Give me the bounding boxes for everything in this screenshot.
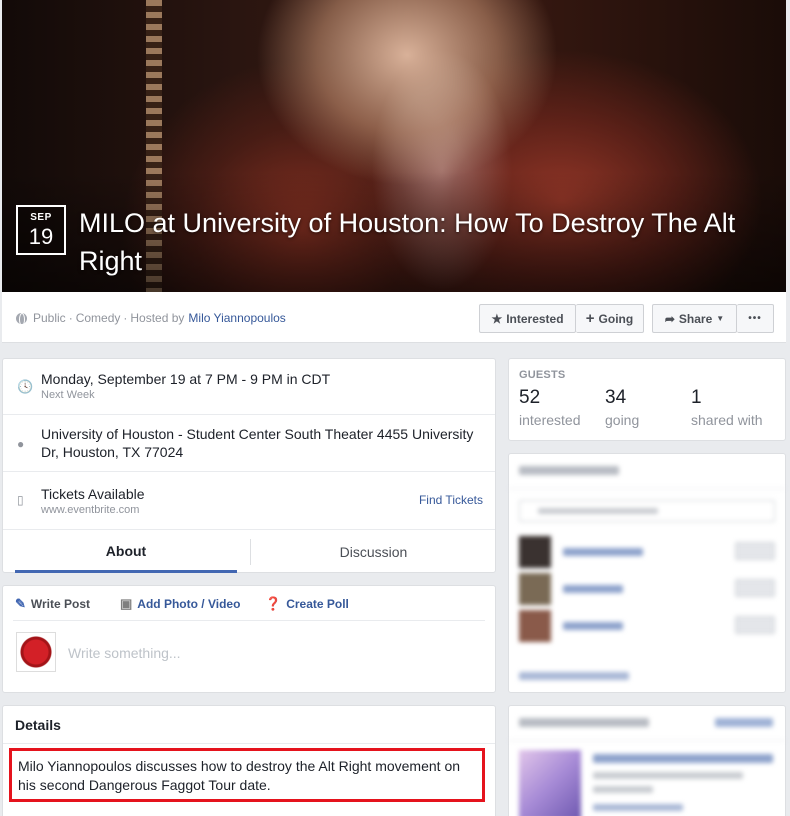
more-options-button[interactable]: •••: [737, 304, 774, 333]
find-tickets-link[interactable]: Find Tickets: [419, 493, 483, 507]
details-divider: [3, 743, 495, 744]
location-row[interactable]: ● University of Houston - Student Center…: [3, 415, 495, 472]
show-more-friends-link[interactable]: [519, 672, 629, 680]
chevron-down-icon: ▼: [716, 314, 725, 323]
star-icon: ★: [491, 311, 503, 326]
camera-icon: ▣: [120, 596, 133, 611]
composer-divider: [13, 620, 485, 621]
share-button[interactable]: ➦ Share ▼: [652, 304, 737, 333]
shared-label: shared with: [691, 412, 763, 428]
poll-icon: ❓: [265, 596, 282, 611]
suggested-event-title[interactable]: [593, 754, 773, 763]
friend-name[interactable]: [563, 585, 623, 593]
add-photo-tab[interactable]: ▣ Add Photo / Video: [120, 596, 240, 612]
see-more-link[interactable]: [715, 718, 773, 727]
event-title: MILO at University of Houston: How To De…: [79, 208, 736, 276]
globe-icon: [16, 312, 27, 326]
interested-label: interested: [519, 412, 581, 428]
share-label: Share: [678, 311, 713, 326]
going-button[interactable]: + Going: [576, 304, 644, 333]
blurred-suggested-content: [509, 706, 785, 816]
suggested-divider: [509, 740, 785, 741]
create-poll-label: Create Poll: [286, 597, 349, 611]
invite-button[interactable]: [735, 616, 775, 634]
write-something-input[interactable]: Write something...: [68, 645, 181, 661]
create-poll-tab[interactable]: ❓ Create Poll: [265, 596, 349, 612]
friend-avatar: [519, 536, 551, 568]
write-post-label: Write Post: [30, 597, 91, 611]
friend-row: [519, 536, 775, 568]
suggested-event-date: [593, 772, 743, 779]
event-day: 19: [28, 224, 54, 249]
suggested-event-guests: [593, 786, 653, 793]
add-photo-label: Add Photo / Video: [137, 597, 241, 611]
blurred-heading: [519, 466, 619, 475]
friend-row: [519, 573, 775, 605]
invite-friends-card: [508, 453, 786, 693]
event-description: Milo Yiannopoulos discusses how to destr…: [9, 748, 485, 802]
pencil-icon: ✎: [15, 596, 26, 611]
friend-avatar: [519, 610, 551, 642]
meta-separator: ·: [123, 311, 128, 325]
event-location[interactable]: University of Houston - Student Center S…: [41, 425, 487, 461]
event-month: SEP: [30, 212, 52, 223]
event-cover-photo[interactable]: SEP 19 MILO at University of Houston: Ho…: [2, 0, 786, 292]
event-meta-bar: Public · Comedy · Hosted by Milo Yiannop…: [2, 292, 786, 343]
hosted-by-label: Hosted by: [130, 311, 185, 325]
datetime-row: 🕓 Monday, September 19 at 7 PM - 9 PM in…: [3, 359, 495, 415]
privacy-label: Public: [33, 311, 66, 325]
clock-icon: 🕓: [17, 379, 34, 394]
going-label: Going: [598, 311, 634, 326]
host-link[interactable]: Milo Yiannopoulos: [188, 311, 285, 325]
tickets-site: www.eventbrite.com: [41, 504, 140, 516]
blurred-invite-content: [509, 454, 785, 692]
user-avatar[interactable]: [16, 632, 56, 672]
invite-button[interactable]: [735, 542, 775, 560]
details-card: Details Milo Yiannopoulos discusses how …: [2, 705, 496, 816]
friend-row: [519, 610, 775, 642]
ticket-icon: ▯: [17, 493, 24, 507]
guests-heading: GUESTS: [519, 369, 566, 381]
post-composer: ✎ Write Post ▣ Add Photo / Video ❓ Creat…: [2, 585, 496, 693]
event-date-badge: SEP 19: [16, 205, 66, 255]
invite-divider: [509, 488, 785, 489]
friend-name[interactable]: [563, 548, 643, 556]
friend-name[interactable]: [563, 622, 623, 630]
tickets-label: Tickets Available: [41, 486, 145, 502]
tab-discussion[interactable]: Discussion: [251, 531, 496, 573]
suggested-event-actions[interactable]: [593, 804, 683, 811]
suggested-events-card: [508, 705, 786, 816]
tab-about[interactable]: About: [15, 531, 237, 573]
interested-button[interactable]: ★ Interested: [479, 304, 576, 333]
write-post-tab[interactable]: ✎ Write Post: [15, 596, 90, 612]
event-meta: Public · Comedy · Hosted by Milo Yiannop…: [16, 311, 286, 326]
map-pin-icon: ●: [17, 437, 25, 451]
invite-button[interactable]: [735, 579, 775, 597]
category-label: Comedy: [75, 311, 121, 325]
details-heading: Details: [15, 717, 61, 733]
event-info-card: 🕓 Monday, September 19 at 7 PM - 9 PM in…: [2, 358, 496, 573]
event-tabs: About Discussion: [3, 531, 495, 573]
friend-avatar: [519, 573, 551, 605]
going-count: 34: [605, 387, 627, 408]
going-label: going: [605, 412, 640, 428]
suggested-event-image[interactable]: [519, 750, 581, 816]
plus-icon: +: [585, 310, 595, 327]
meta-separator: ·: [68, 311, 73, 325]
interested-label: Interested: [506, 311, 564, 326]
share-arrow-icon: ➦: [664, 311, 675, 326]
guests-shared[interactable]: 1 shared with: [691, 387, 763, 428]
guests-going[interactable]: 34 going: [605, 387, 639, 428]
event-datetime: Monday, September 19 at 7 PM - 9 PM in C…: [41, 371, 331, 387]
guests-card: GUESTS 52 interested 34 going 1 shared w…: [508, 358, 786, 441]
more-dots-icon: •••: [748, 313, 762, 324]
invite-search-input[interactable]: [519, 500, 775, 522]
event-datetime-relative: Next Week: [41, 389, 95, 401]
tickets-row: ▯ Tickets Available www.eventbrite.com F…: [3, 472, 495, 530]
interested-count: 52: [519, 387, 541, 408]
shared-count: 1: [691, 387, 702, 408]
guests-interested[interactable]: 52 interested: [519, 387, 580, 428]
blurred-heading: [519, 718, 649, 727]
